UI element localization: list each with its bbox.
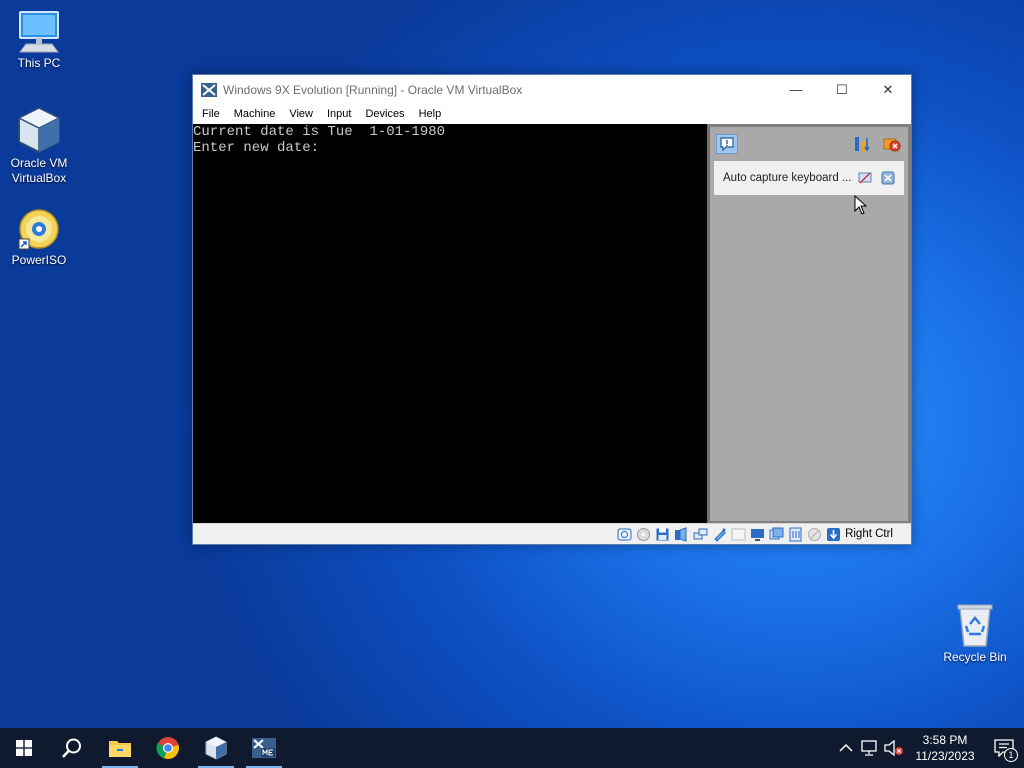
desktop-icon-recycle-bin[interactable]: Recycle Bin <box>937 602 1013 665</box>
maximize-button[interactable]: ☐ <box>819 75 865 104</box>
host-key-arrow-icon[interactable] <box>826 527 841 542</box>
desktop-icon-label: PowerISO <box>11 253 67 267</box>
poweriso-disc-icon <box>18 209 59 250</box>
do-not-show-again-icon[interactable] <box>858 171 872 185</box>
display-icon[interactable] <box>750 527 765 542</box>
vm-status-bar: Right Ctrl <box>193 523 911 544</box>
windows-logo-icon <box>16 740 32 756</box>
notification-center-toolbar <box>710 127 908 161</box>
virtualbox-icon <box>17 106 61 154</box>
minimize-button[interactable]: — <box>773 75 819 104</box>
search-button[interactable] <box>48 728 96 768</box>
notification-count-badge: 1 <box>1004 748 1018 762</box>
desktop-icon-virtualbox[interactable]: Oracle VM VirtualBox <box>1 106 77 186</box>
close-button[interactable]: ✕ <box>865 75 911 104</box>
computer-icon <box>19 11 59 53</box>
optical-drive-icon[interactable] <box>636 527 651 542</box>
vm-windows-me-icon <box>252 738 276 758</box>
console-line: Current date is Tue 1-01-1980 <box>193 124 446 140</box>
taskbar-vm-window[interactable] <box>240 728 288 768</box>
menu-machine[interactable]: Machine <box>227 108 283 120</box>
mouse-cursor-icon <box>854 195 868 215</box>
taskbar-chrome[interactable] <box>144 728 192 768</box>
search-icon <box>62 738 81 758</box>
system-tray: 3:58 PM 11/23/2023 1 <box>834 728 1024 768</box>
notification-text: Auto capture keyboard ... <box>723 172 852 184</box>
menu-view[interactable]: View <box>282 108 320 120</box>
speaker-muted-icon <box>884 740 903 756</box>
network-icon[interactable] <box>693 527 708 542</box>
taskbar-file-explorer[interactable] <box>96 728 144 768</box>
message-bubble-icon <box>720 137 734 151</box>
usb-icon[interactable] <box>712 527 727 542</box>
clear-notifications-icon[interactable] <box>883 135 901 153</box>
show-hidden-icons-button[interactable] <box>834 728 858 768</box>
host-key-label[interactable]: Right Ctrl <box>845 528 893 540</box>
virtualbox-icon <box>205 736 227 760</box>
window-title: Windows 9X Evolution [Running] - Oracle … <box>223 82 523 97</box>
minimize-icon: — <box>789 82 803 97</box>
maximize-icon: ☐ <box>836 81 848 97</box>
network-status-button[interactable] <box>858 728 882 768</box>
network-icon <box>861 740 877 756</box>
auto-capture-keyboard-notification[interactable]: Auto capture keyboard ... <box>714 161 904 195</box>
clock-date: 11/23/2023 <box>915 749 975 763</box>
audio-icon[interactable] <box>674 526 689 542</box>
chrome-icon <box>156 737 179 760</box>
menu-input[interactable]: Input <box>320 108 358 120</box>
desktop-icon-label: Recycle Bin <box>943 650 1007 664</box>
close-notification-icon[interactable] <box>881 171 895 185</box>
virtualbox-vm-window[interactable]: Windows 9X Evolution [Running] - Oracle … <box>192 74 912 545</box>
cpu-icon[interactable] <box>788 527 803 542</box>
action-center-button[interactable]: 1 <box>984 728 1024 768</box>
hard-disk-icon[interactable] <box>617 527 632 542</box>
menu-bar: File Machine View Input Devices Help <box>193 104 911 124</box>
shared-folders-icon[interactable] <box>731 527 746 542</box>
title-bar[interactable]: Windows 9X Evolution [Running] - Oracle … <box>193 75 911 104</box>
desktop-icon-label: This PC <box>17 56 61 70</box>
clock-time: 3:58 PM <box>922 733 968 747</box>
menu-devices[interactable]: Devices <box>358 108 411 120</box>
close-icon: ✕ <box>882 81 894 97</box>
recycle-bin-icon <box>957 604 993 647</box>
volume-button[interactable] <box>882 728 906 768</box>
virtualbox-app-icon <box>201 82 217 97</box>
vm-console-screen[interactable]: Current date is Tue 1-01-1980 Enter new d… <box>193 124 707 524</box>
desktop-icon-this-pc[interactable]: This PC <box>1 10 77 71</box>
taskbar-virtualbox-manager[interactable] <box>192 728 240 768</box>
taskbar: 3:58 PM 11/23/2023 1 <box>0 728 1024 768</box>
menu-help[interactable]: Help <box>412 108 449 120</box>
notification-center-button[interactable] <box>716 134 738 154</box>
folder-icon <box>109 741 131 757</box>
vm-display-area: Current date is Tue 1-01-1980 Enter new d… <box>193 124 911 524</box>
start-button[interactable] <box>0 728 48 768</box>
menu-file[interactable]: File <box>195 108 227 120</box>
desktop-icon-label: Oracle VM VirtualBox <box>10 156 68 185</box>
sort-order-icon[interactable] <box>853 135 871 153</box>
chevron-up-icon <box>839 743 853 752</box>
console-line: Enter new date: <box>193 140 320 156</box>
taskbar-clock[interactable]: 3:58 PM 11/23/2023 <box>906 732 984 764</box>
video-capture-icon[interactable] <box>769 527 784 542</box>
notification-center-panel: Auto capture keyboard ... <box>707 124 911 524</box>
floppy-icon[interactable] <box>655 527 670 542</box>
mouse-integration-icon[interactable] <box>807 527 822 542</box>
desktop-icon-poweriso[interactable]: PowerISO <box>1 207 77 268</box>
